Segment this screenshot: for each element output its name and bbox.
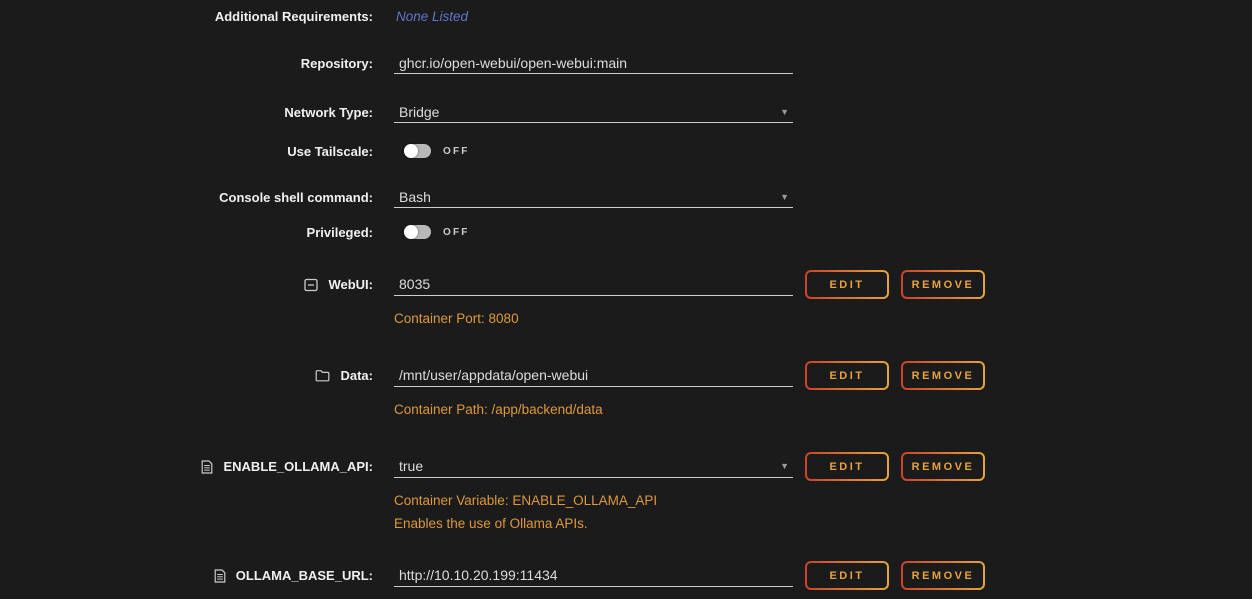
field-row-repository: Repository: xyxy=(0,52,1252,74)
network-type-label: Network Type: xyxy=(284,105,373,120)
edit-button[interactable]: EDIT xyxy=(805,361,889,390)
edit-button[interactable]: EDIT xyxy=(805,561,889,590)
field-row-data: Data: EDIT REMOVE xyxy=(0,361,1252,390)
additional-requirements-label: Additional Requirements: xyxy=(215,9,373,24)
field-row-webui: WebUI: EDIT REMOVE xyxy=(0,270,1252,299)
console-shell-select[interactable]: Bash ▼ xyxy=(394,186,793,208)
remove-button[interactable]: REMOVE xyxy=(901,270,985,299)
field-block-enable-ollama-api: ENABLE_OLLAMA_API: true ▼ EDIT REMOVE Co… xyxy=(0,452,1252,531)
enable-ollama-api-select[interactable]: true ▼ xyxy=(394,456,793,478)
remove-button[interactable]: REMOVE xyxy=(901,561,985,590)
chevron-down-icon: ▼ xyxy=(780,461,793,471)
chevron-down-icon: ▼ xyxy=(780,192,793,202)
console-shell-value: Bash xyxy=(394,189,431,205)
enable-ollama-api-value: true xyxy=(394,458,423,474)
console-shell-label: Console shell command: xyxy=(219,190,373,205)
field-row-console-shell: Console shell command: Bash ▼ xyxy=(0,186,1252,208)
network-type-select[interactable]: Bridge ▼ xyxy=(394,101,793,123)
field-row-network-type: Network Type: Bridge ▼ xyxy=(0,101,1252,123)
repository-label: Repository: xyxy=(301,56,373,71)
field-row-ollama-base-url: OLLAMA_BASE_URL: EDIT REMOVE xyxy=(0,561,1252,590)
enable-ollama-api-label: ENABLE_OLLAMA_API: xyxy=(223,459,373,474)
use-tailscale-toggle[interactable] xyxy=(404,144,431,158)
toggle-knob xyxy=(404,144,418,158)
file-icon xyxy=(214,569,226,583)
field-block-ollama-base-url: OLLAMA_BASE_URL: EDIT REMOVE Container V… xyxy=(0,561,1252,599)
field-row-additional-requirements: Additional Requirements: None Listed xyxy=(0,6,1252,26)
field-row-enable-ollama-api: ENABLE_OLLAMA_API: true ▼ EDIT REMOVE xyxy=(0,452,1252,481)
enable-ollama-api-help-variable: Container Variable: ENABLE_OLLAMA_API xyxy=(394,493,1252,508)
privileged-toggle[interactable] xyxy=(404,225,431,239)
toggle-knob xyxy=(404,225,418,239)
remove-button[interactable]: REMOVE xyxy=(901,452,985,481)
webui-label: WebUI: xyxy=(328,277,373,292)
use-tailscale-state: OFF xyxy=(443,146,470,157)
data-path-input[interactable] xyxy=(394,367,793,383)
webui-port-input[interactable] xyxy=(394,276,793,292)
field-block-webui: WebUI: EDIT REMOVE Container Port: 8080 xyxy=(0,270,1252,326)
webui-help-container-port: Container Port: 8080 xyxy=(394,311,1252,326)
remove-button[interactable]: REMOVE xyxy=(901,361,985,390)
chevron-down-icon: ▼ xyxy=(780,107,793,117)
network-type-value: Bridge xyxy=(394,104,439,120)
ollama-base-url-label: OLLAMA_BASE_URL: xyxy=(236,568,373,583)
field-row-use-tailscale: Use Tailscale: OFF xyxy=(0,143,1252,159)
container-settings-form: Additional Requirements: None Listed Rep… xyxy=(0,0,1252,599)
privileged-state: OFF xyxy=(443,227,470,238)
field-block-data: Data: EDIT REMOVE Container Path: /app/b… xyxy=(0,361,1252,417)
repository-input[interactable] xyxy=(394,55,793,71)
data-help-container-path: Container Path: /app/backend/data xyxy=(394,402,1252,417)
minus-square-icon xyxy=(304,278,318,292)
file-icon xyxy=(201,460,213,474)
field-row-privileged: Privileged: OFF xyxy=(0,224,1252,240)
edit-button[interactable]: EDIT xyxy=(805,270,889,299)
privileged-label: Privileged: xyxy=(307,225,373,240)
enable-ollama-api-help-description: Enables the use of Ollama APIs. xyxy=(394,516,1252,531)
ollama-base-url-input[interactable] xyxy=(394,567,793,583)
folder-icon xyxy=(315,369,330,382)
edit-button[interactable]: EDIT xyxy=(805,452,889,481)
additional-requirements-value: None Listed xyxy=(394,9,468,24)
data-label: Data: xyxy=(340,368,373,383)
use-tailscale-label: Use Tailscale: xyxy=(287,144,373,159)
